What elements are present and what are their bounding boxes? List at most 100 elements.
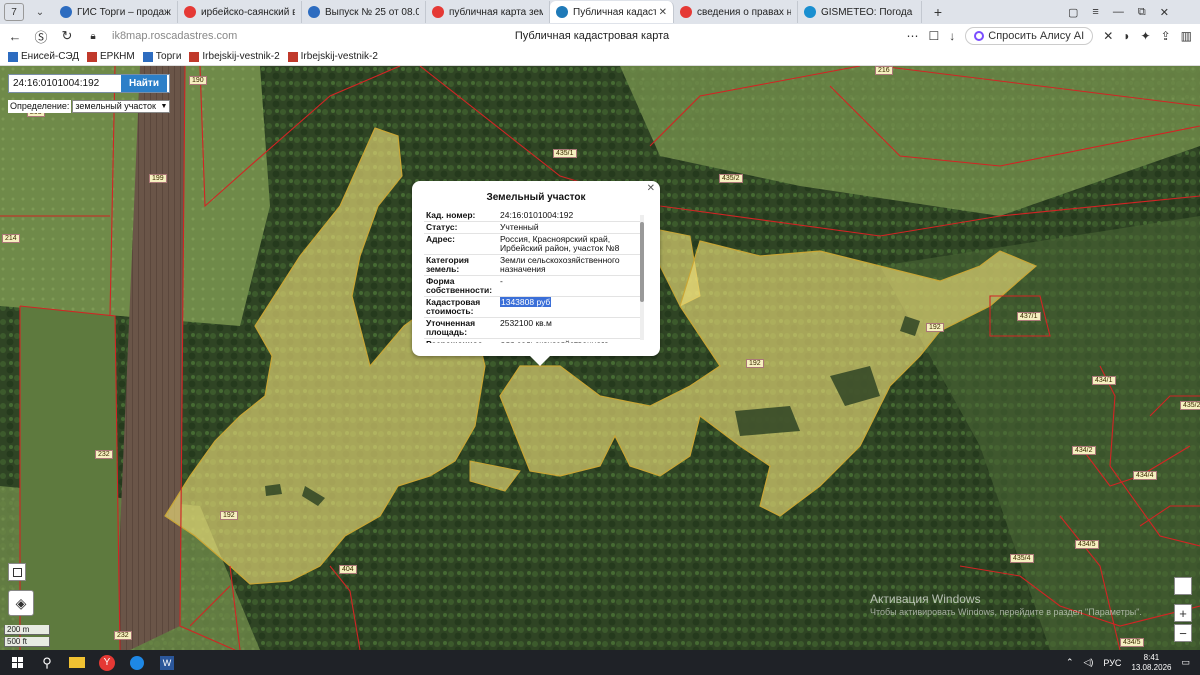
tools-icon[interactable]: ✕ (1103, 29, 1113, 43)
minimize-button[interactable]: — (1113, 6, 1124, 18)
zoom-in-button[interactable]: + (1174, 604, 1192, 622)
parcel-info-popup: ✕ Земельный участок Кад. номер: 24:16:010… (412, 181, 660, 366)
menu-icon[interactable]: ≡ (1092, 6, 1098, 18)
download-icon[interactable]: ↓ (949, 29, 955, 43)
share-icon[interactable]: ⇪ (1161, 29, 1171, 43)
popup-row-value[interactable]: 1343808 руб (498, 297, 638, 317)
popup-row: Разрешенноедля сельскохозяйственного (424, 339, 642, 344)
windows-activation-title: Активация Windows (870, 592, 981, 606)
tab-close-icon[interactable]: ✕ (659, 7, 667, 18)
browser-tab[interactable]: Публичная кадастровая✕ (550, 1, 674, 23)
parcel-number-label[interactable]: 435/2 (719, 174, 743, 183)
yandex-home-icon[interactable]: Ⓢ (30, 27, 52, 46)
browser-tab[interactable]: ГИС Торги – продажи гос (54, 1, 178, 23)
alice-icon (974, 31, 985, 41)
site-info-icon[interactable]: 🔒︎ (82, 31, 104, 42)
cadastral-number-input[interactable] (9, 75, 121, 92)
parcel-number-label[interactable]: 434/1 (1092, 376, 1116, 385)
parcel-number-label[interactable]: 199 (149, 174, 167, 183)
map-extra-button[interactable] (1174, 577, 1192, 595)
popup-scrollbar-thumb[interactable] (640, 222, 644, 302)
browser-tab[interactable]: публичная карта земель (426, 1, 550, 23)
folder-icon (69, 657, 85, 668)
popup-row-value[interactable]: Земли сельскохозяйственного назначения (498, 255, 638, 275)
parcel-info-table: Кад. номер: 24:16:0101004:192 Статус: Учтен… (424, 210, 642, 343)
popup-close-icon[interactable]: ✕ (647, 183, 655, 194)
explorer-taskbar-button[interactable] (62, 650, 92, 675)
bookmarks-bar: Енисей-СЭД ЕРКНМ Торги Irbejskij-vestnik-2 I… (0, 48, 1200, 66)
popup-row-value[interactable]: 2532100 кв.м (498, 318, 638, 338)
reload-button[interactable]: ↻ (56, 28, 78, 44)
parcel-number-label[interactable]: 434/4 (1133, 471, 1157, 480)
definition-select[interactable]: земельный участок ▼ (72, 100, 171, 113)
notification-icon[interactable]: ▭ (1181, 657, 1190, 668)
parcel-number-label[interactable]: 192 (926, 323, 944, 332)
more-icon[interactable]: ⋯ (906, 29, 918, 43)
shield-icon[interactable]: ◗ (1123, 29, 1130, 43)
tab-list-chevron-icon[interactable]: ⌄ (32, 7, 48, 18)
parcel-number-label[interactable]: 437/1 (1017, 312, 1041, 321)
back-button[interactable]: ← (4, 29, 26, 44)
bookmark-label: Irbejskij-vestnik-2 (300, 51, 378, 62)
yandex-browser-taskbar-button[interactable]: Y (92, 650, 122, 675)
zoom-out-button[interactable]: − (1174, 624, 1192, 642)
popup-row-value[interactable]: Учтенный (498, 222, 638, 233)
bookmark-item[interactable]: Irbejskij-vestnik-2 (287, 51, 378, 62)
browser-tab[interactable]: GISMETEO: Погода в Ирб (798, 1, 922, 23)
tray-chevron-icon[interactable]: ⌃ (1066, 657, 1074, 668)
tab-count-button[interactable]: 7 (4, 3, 24, 21)
bookmark-item[interactable]: Irbejskij-vestnik-2 (189, 51, 280, 62)
parcel-number-label[interactable]: 216 (875, 66, 893, 75)
parcel-number-label[interactable]: 434/5 (1120, 638, 1144, 647)
url-field[interactable]: ik8map.roscadastres.com (112, 30, 442, 42)
parcel-number-label[interactable]: 434/2 (1072, 446, 1096, 455)
sidebar-icon[interactable]: ▥ (1181, 29, 1192, 43)
parcel-number-label[interactable]: 214 (2, 234, 20, 243)
parcel-number-label[interactable]: 435/2 (1180, 401, 1200, 410)
extensions-icon[interactable]: ✦ (1141, 29, 1151, 43)
app-taskbar-button[interactable] (122, 650, 152, 675)
popup-row-value[interactable]: Россия, Красноярский край, Ирбейский рай… (498, 234, 638, 254)
language-indicator[interactable]: РУС (1103, 658, 1121, 668)
parcel-number-label[interactable]: 190 (189, 76, 207, 85)
search-button[interactable]: Найти (121, 75, 167, 92)
parcel-number-label[interactable]: 232 (114, 631, 132, 640)
popup-row-value[interactable]: - (498, 276, 638, 296)
parcel-number-label[interactable]: 435/4 (1010, 554, 1034, 563)
parcel-number-label[interactable]: 192 (746, 359, 764, 368)
popup-row-key: Разрешенное (424, 339, 498, 344)
start-button[interactable] (2, 650, 32, 675)
parcel-number-label[interactable]: 435/1 (553, 149, 577, 158)
parcel-number-label[interactable]: 434/5 (1075, 540, 1099, 549)
bookmark-item[interactable]: Торги (142, 51, 181, 62)
fullscreen-button[interactable] (8, 563, 26, 581)
close-window-button[interactable]: ✕ (1160, 6, 1169, 19)
popup-row-value[interactable]: для сельскохозяйственного (498, 339, 638, 344)
bookmark-icon[interactable]: ☐ (928, 29, 939, 43)
bookmark-item[interactable]: ЕРКНМ (87, 51, 135, 62)
parcel-number-label[interactable]: 404 (339, 565, 357, 574)
maximize-button[interactable]: ⧉ (1138, 6, 1146, 19)
parcel-number-label[interactable]: 232 (95, 450, 113, 459)
layers-button[interactable]: ◈ (8, 590, 34, 616)
tab-label: GISMETEO: Погода в Ирб (821, 6, 915, 18)
page-title: Публичная кадастровая карта (514, 30, 670, 42)
layers-icon: ◈ (15, 594, 27, 611)
speaker-icon[interactable]: ◁) (1083, 657, 1093, 668)
ask-alice-button[interactable]: Спросить Алису AI (965, 27, 1094, 45)
scale-feet: 500 ft (4, 637, 50, 647)
search-taskbar-button[interactable]: ⚲ (32, 650, 62, 675)
browser-tab[interactable]: сведения о правах на нед (674, 1, 798, 23)
popup-row-value[interactable]: 24:16:0101004:192 (498, 210, 638, 221)
browser-tab[interactable]: Выпуск № 25 от 08.07.202 (302, 1, 426, 23)
word-taskbar-button[interactable]: W (152, 650, 182, 675)
gismeteo-icon (804, 6, 816, 18)
popup-scrollbar[interactable] (640, 215, 644, 340)
new-tab-button[interactable]: + (928, 4, 948, 20)
browser-tab[interactable]: ирбейско-саянский вест (178, 1, 302, 23)
parcel-number-label[interactable]: 192 (220, 511, 238, 520)
bookmark-item[interactable]: Енисей-СЭД (8, 51, 79, 62)
cadastral-map[interactable]: 190203199214435/1435/2216232232404192192… (0, 66, 1200, 650)
profile-icon[interactable]: ▢ (1068, 6, 1078, 19)
clock[interactable]: 8:41 13.08.2026 (1131, 653, 1171, 673)
